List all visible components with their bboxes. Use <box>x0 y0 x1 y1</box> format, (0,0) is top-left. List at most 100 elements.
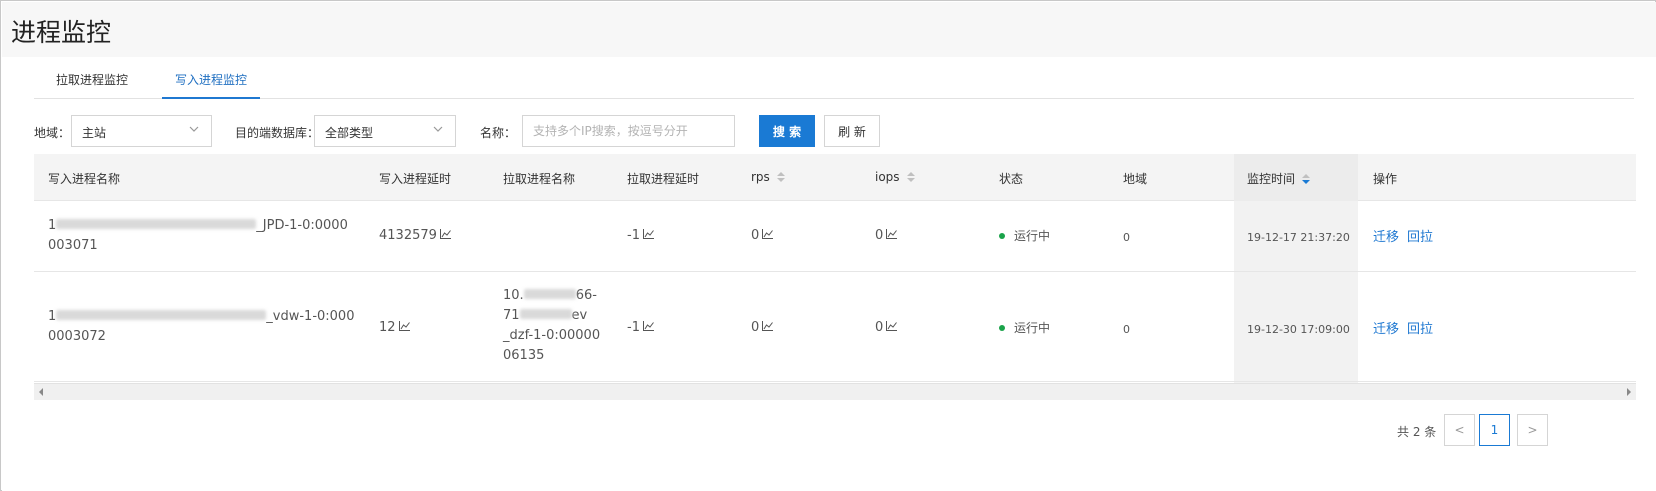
actions-cell: 迁移 回拉 <box>1373 227 1441 248</box>
pull-delay-value: -1 <box>627 320 640 335</box>
rollback-link[interactable]: 回拉 <box>1407 322 1433 337</box>
table-row: 1 _vdw-1-0:000 0003072 12 10. 66- 71 ev _dz… <box>34 272 1636 382</box>
rps-value: 0 <box>751 320 760 335</box>
trend-chart-icon[interactable] <box>439 229 451 239</box>
window-frame: 进程监控 拉取进程监控 写入进程监控 地域： 主站 目的端数据库： 全部类型 名… <box>0 0 1656 491</box>
migrate-link[interactable]: 迁移 <box>1373 322 1399 337</box>
region-cell: 0 <box>1123 323 1130 336</box>
pull-name-part: 66- <box>575 288 597 303</box>
process-table: 写入进程名称 写入进程延时 拉取进程名称 拉取进程延时 rps iops 状态 … <box>34 154 1636 400</box>
trend-chart-icon[interactable] <box>642 229 654 239</box>
status-cell: 运行中 <box>999 226 1050 246</box>
rps-value: 0 <box>751 228 760 243</box>
tab-write-monitor[interactable]: 写入进程监控 <box>162 67 260 99</box>
write-name-line2: 003071 <box>48 238 98 253</box>
col-monitor-time-label: 监控时间 <box>1247 172 1296 186</box>
pull-name-part: 06135 <box>503 348 545 363</box>
write-name-suffix: _JPD-1-0:0000 <box>256 218 348 233</box>
migrate-link[interactable]: 迁移 <box>1373 230 1399 245</box>
status-text: 运行中 <box>1014 229 1051 243</box>
write-delay-cell: 12 <box>379 318 410 338</box>
next-page-button[interactable]: > <box>1517 414 1548 446</box>
region-cell: 0 <box>1123 231 1130 244</box>
iops-cell: 0 <box>875 318 898 338</box>
col-monitor-time[interactable]: 监控时间 <box>1247 170 1311 187</box>
trend-chart-icon[interactable] <box>642 321 654 331</box>
sort-icon[interactable] <box>776 172 785 182</box>
pull-name-part: 71 <box>503 308 520 323</box>
col-actions: 操作 <box>1373 172 1398 186</box>
page-header: 进程监控 <box>2 2 1656 57</box>
tab-bar: 拉取进程监控 写入进程监控 <box>34 67 1634 99</box>
pull-delay-value: -1 <box>627 228 640 243</box>
redacted-text <box>56 310 267 320</box>
search-button[interactable]: 搜 索 <box>759 115 815 147</box>
col-write-name: 写入进程名称 <box>48 172 121 186</box>
name-label: 名称： <box>480 126 517 140</box>
monitor-time-cell: 19-12-17 21:37:20 <box>1247 231 1350 244</box>
chevron-down-icon <box>189 126 199 132</box>
main-content: 拉取进程监控 写入进程监控 地域： 主站 目的端数据库： 全部类型 名称： 搜 … <box>2 57 1656 491</box>
status-text: 运行中 <box>1014 321 1051 335</box>
write-name-prefix: 1 <box>48 309 57 324</box>
rps-cell: 0 <box>751 226 774 246</box>
pull-name-part: _dzf-1-0:00000 <box>503 328 601 343</box>
status-dot-icon <box>999 233 1005 239</box>
pull-name-part: 10. <box>503 288 524 303</box>
col-rps[interactable]: rps <box>751 170 785 184</box>
pull-process-name: 10. 66- 71 ev _dzf-1-0:00000 06135 <box>503 286 613 366</box>
trend-chart-icon[interactable] <box>762 229 774 239</box>
pull-name-part: ev <box>571 308 588 323</box>
region-select-value: 主站 <box>82 126 107 140</box>
trend-chart-icon[interactable] <box>762 321 774 331</box>
rps-cell: 0 <box>751 318 774 338</box>
col-write-delay: 写入进程延时 <box>379 172 452 186</box>
pagination-total: 共 2 条 <box>1397 425 1437 439</box>
monitor-time-cell: 19-12-30 17:09:00 <box>1247 323 1350 336</box>
sort-icon[interactable] <box>906 172 915 182</box>
target-db-label: 目的端数据库： <box>235 126 320 140</box>
actions-cell: 迁移 回拉 <box>1373 319 1441 340</box>
write-delay-value: 12 <box>379 320 396 335</box>
write-name-suffix: _vdw-1-0:000 <box>266 309 355 324</box>
prev-page-button[interactable]: < <box>1444 414 1475 446</box>
scroll-left-icon[interactable] <box>39 388 43 396</box>
table-header: 写入进程名称 写入进程延时 拉取进程名称 拉取进程延时 rps iops 状态 … <box>34 154 1636 201</box>
write-delay-value: 4132579 <box>379 228 437 243</box>
trend-chart-icon[interactable] <box>886 321 898 331</box>
trend-chart-icon[interactable] <box>398 321 410 331</box>
table-row: 1 _JPD-1-0:0000 003071 4132579 -1 0 0 运行中… <box>34 201 1636 272</box>
name-search-input[interactable] <box>522 115 735 147</box>
write-name-prefix: 1 <box>48 218 57 233</box>
rollback-link[interactable]: 回拉 <box>1407 230 1433 245</box>
scroll-right-icon[interactable] <box>1627 388 1631 396</box>
horizontal-scrollbar[interactable] <box>34 383 1636 400</box>
col-status: 状态 <box>999 172 1024 186</box>
pull-delay-cell: -1 <box>627 226 654 246</box>
iops-value: 0 <box>875 228 884 243</box>
col-rps-label: rps <box>751 170 770 184</box>
write-delay-cell: 4132579 <box>379 226 451 246</box>
tab-pull-monitor[interactable]: 拉取进程监控 <box>34 67 150 99</box>
target-db-select-value: 全部类型 <box>325 126 374 140</box>
write-process-name: 1 _JPD-1-0:0000 003071 <box>48 216 358 256</box>
col-pull-delay: 拉取进程延时 <box>627 172 700 186</box>
status-dot-icon <box>999 325 1005 331</box>
status-cell: 运行中 <box>999 318 1050 338</box>
redacted-text <box>56 219 257 229</box>
iops-cell: 0 <box>875 226 898 246</box>
target-db-select[interactable]: 全部类型 <box>314 115 456 147</box>
trend-chart-icon[interactable] <box>886 229 898 239</box>
col-iops-label: iops <box>875 170 900 184</box>
sort-desc-icon[interactable] <box>1302 174 1311 184</box>
page-number-button[interactable]: 1 <box>1479 414 1510 446</box>
region-label: 地域： <box>34 126 71 140</box>
redacted-text <box>523 289 576 299</box>
pull-delay-cell: -1 <box>627 318 654 338</box>
region-select[interactable]: 主站 <box>71 115 212 147</box>
write-name-line2: 0003072 <box>48 329 106 344</box>
col-region: 地域 <box>1123 172 1148 186</box>
col-iops[interactable]: iops <box>875 170 915 184</box>
page-title: 进程监控 <box>11 18 112 47</box>
refresh-button[interactable]: 刷 新 <box>824 115 880 147</box>
